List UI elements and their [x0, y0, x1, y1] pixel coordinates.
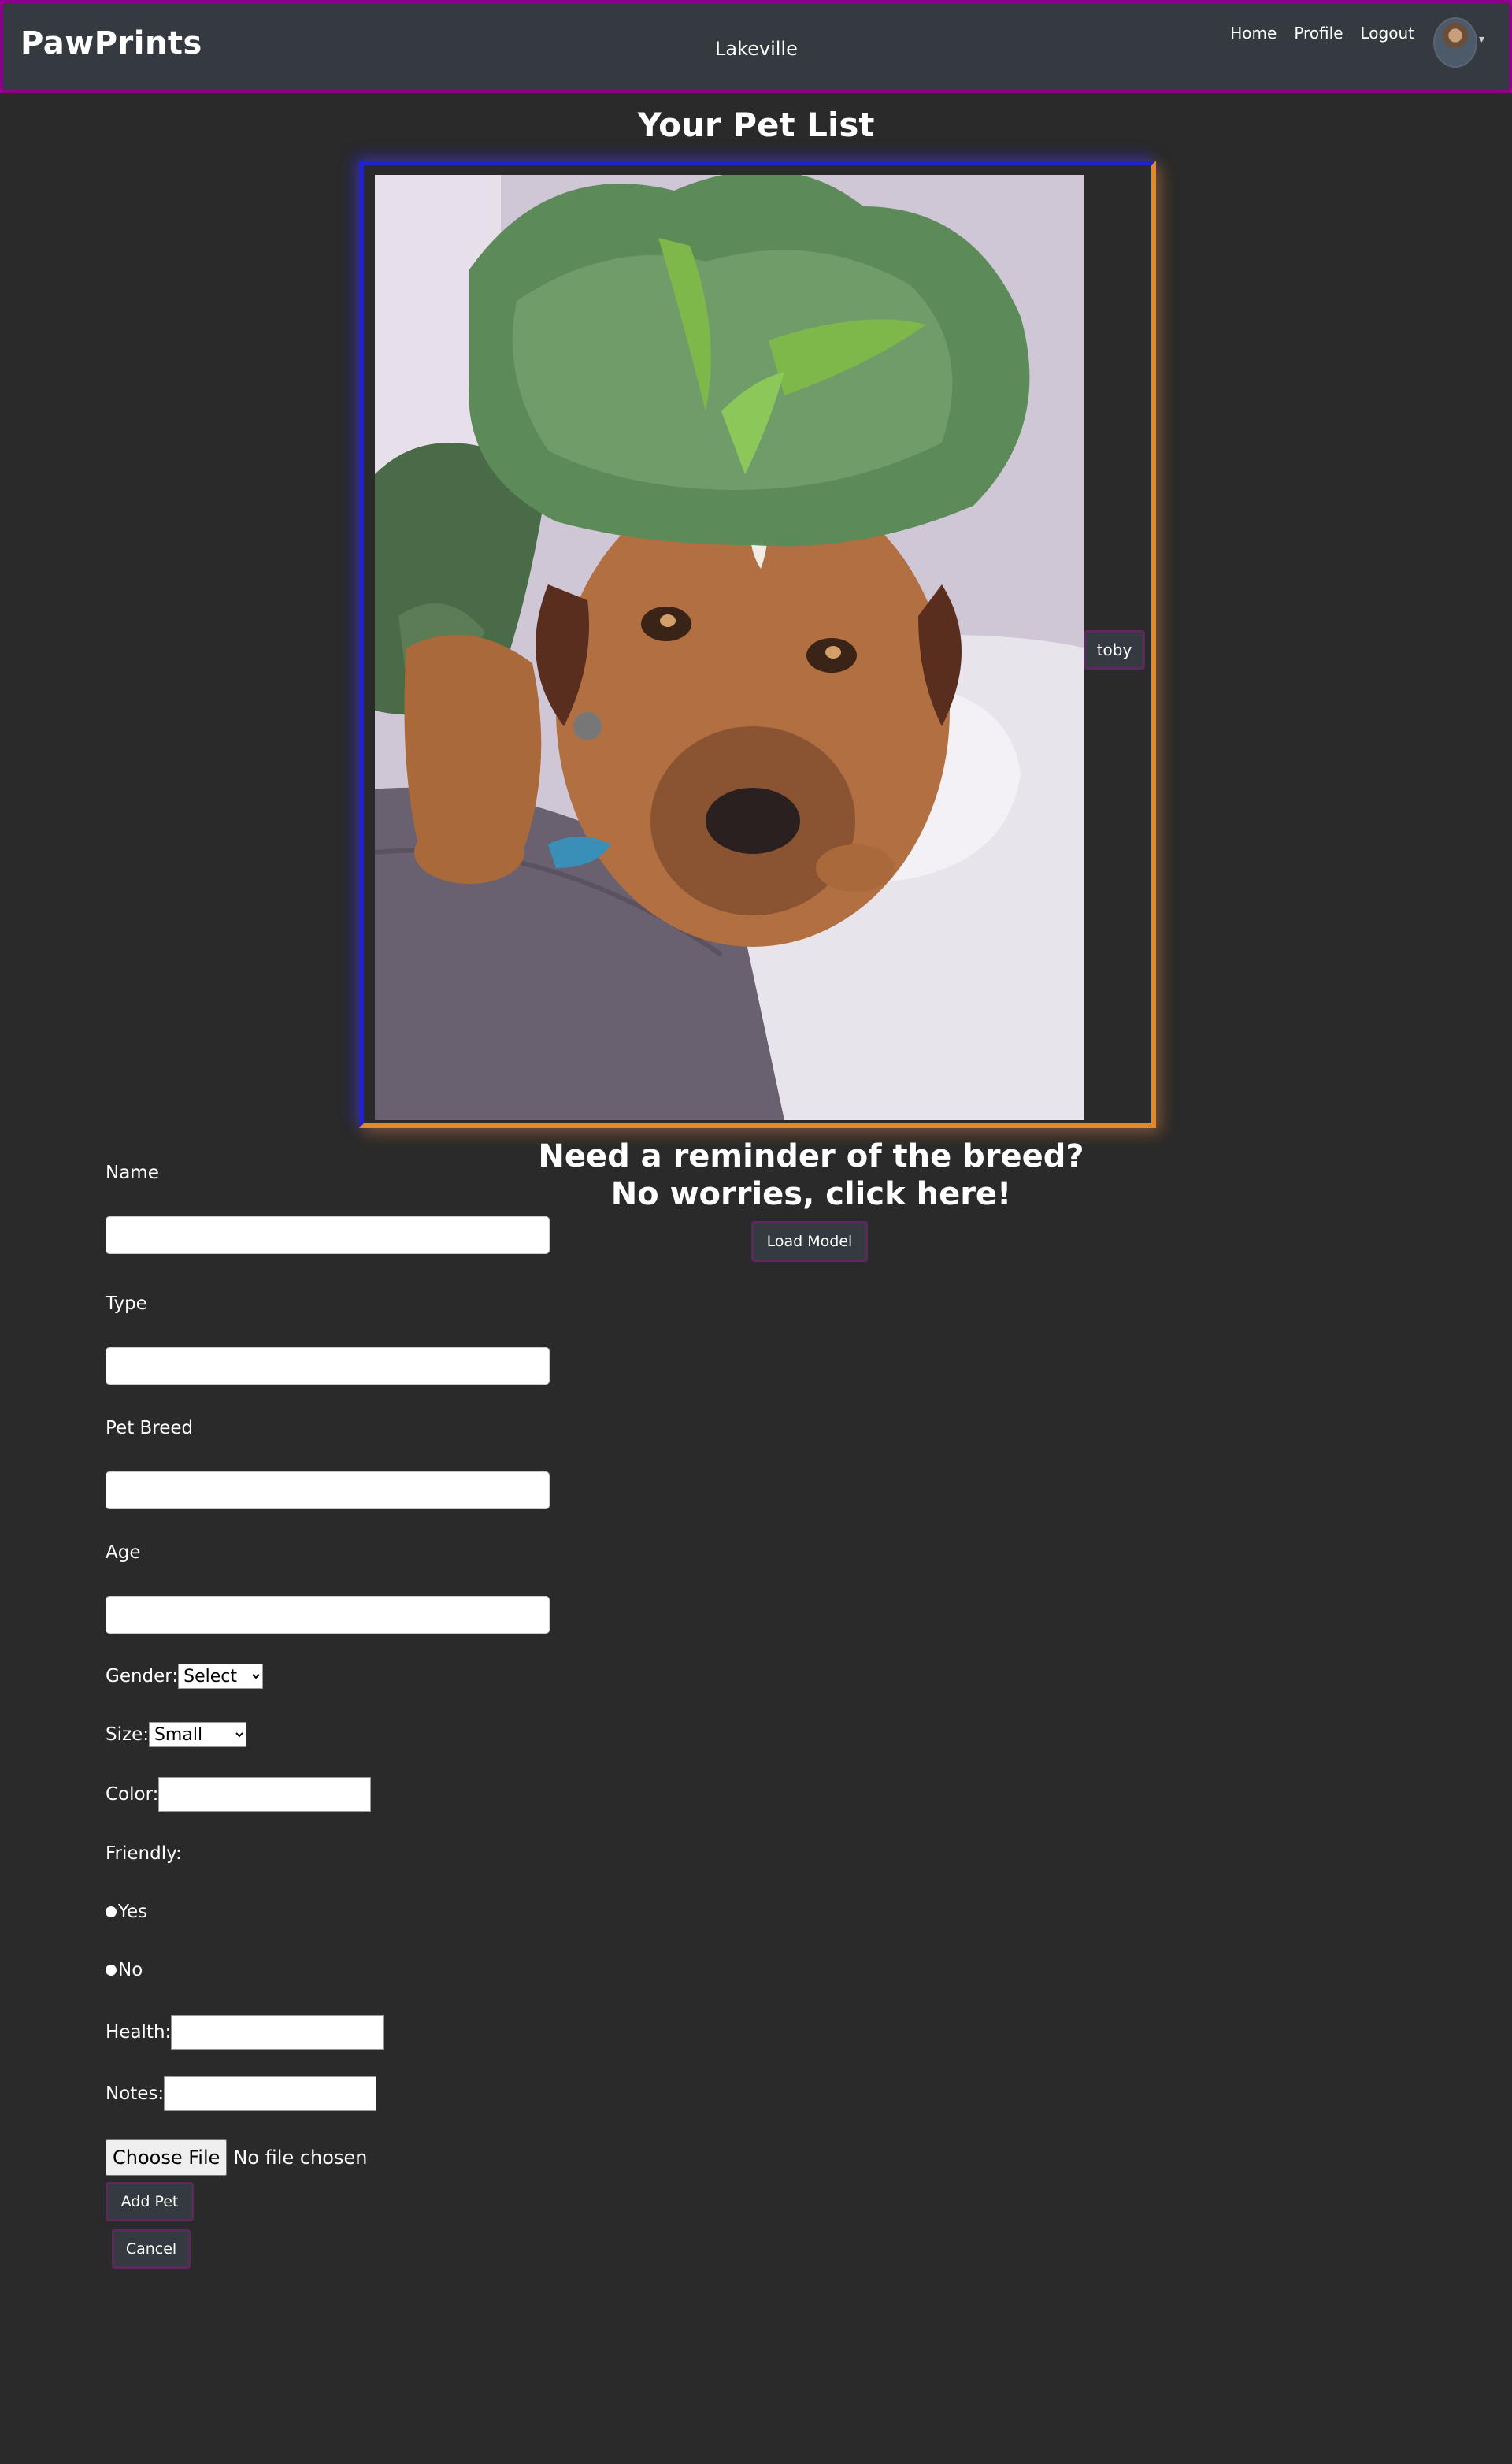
- file-status-text: No file chosen: [233, 2147, 368, 2169]
- pet-photo: [375, 175, 1084, 1120]
- caret-down-icon[interactable]: ▾: [1479, 33, 1484, 46]
- size-label: Size:: [106, 1724, 149, 1745]
- nav-links: Home Profile Logout: [1230, 24, 1414, 43]
- friendly-no-radio[interactable]: [106, 1965, 117, 1976]
- user-avatar[interactable]: [1433, 17, 1477, 68]
- nav-link-home[interactable]: Home: [1230, 24, 1277, 43]
- page-title: Your Pet List: [637, 106, 875, 144]
- breed-label: Pet Breed: [106, 1418, 194, 1438]
- friendly-yes-label: Yes: [118, 1902, 148, 1922]
- gender-row: Gender: Select: [106, 1664, 264, 1689]
- friendly-label: Friendly:: [106, 1843, 182, 1864]
- friendly-no-label: No: [118, 1960, 143, 1980]
- file-upload-row: Choose File No file chosen: [106, 2139, 367, 2176]
- name-label: Name: [106, 1163, 159, 1183]
- friendly-yes-row[interactable]: Yes: [106, 1902, 147, 1922]
- color-label: Color:: [106, 1784, 159, 1805]
- breed-input[interactable]: [106, 1471, 550, 1509]
- type-label: Type: [106, 1293, 147, 1314]
- notes-input[interactable]: [164, 2076, 377, 2111]
- breed-helper-line1: Need a reminder of the breed?: [538, 1138, 1084, 1174]
- pet-card: toby: [359, 161, 1156, 1128]
- health-label: Health:: [106, 2022, 172, 2043]
- age-label: Age: [106, 1542, 141, 1563]
- navbar: PawPrints Lakeville Home Profile Logout …: [0, 0, 1512, 93]
- notes-label: Notes:: [106, 2084, 165, 2104]
- notes-row: Notes:: [106, 2076, 377, 2111]
- nav-link-logout[interactable]: Logout: [1361, 24, 1414, 43]
- breed-helper-line2: No worries, click here!: [610, 1176, 1012, 1212]
- friendly-yes-radio[interactable]: [106, 1906, 117, 1917]
- add-pet-button[interactable]: Add Pet: [106, 2182, 194, 2221]
- nav-link-profile[interactable]: Profile: [1294, 24, 1343, 43]
- health-input[interactable]: [171, 2015, 384, 2050]
- color-row: Color:: [106, 1777, 372, 1812]
- load-model-button[interactable]: Load Model: [751, 1221, 868, 1262]
- gender-label: Gender:: [106, 1666, 179, 1687]
- choose-file-button[interactable]: Choose File: [106, 2139, 228, 2176]
- type-input[interactable]: [106, 1347, 550, 1385]
- friendly-no-row[interactable]: No: [106, 1960, 143, 1980]
- age-input[interactable]: [106, 1596, 550, 1634]
- cancel-button[interactable]: Cancel: [112, 2229, 191, 2269]
- name-input[interactable]: [106, 1216, 550, 1254]
- size-row: Size: Small: [106, 1722, 246, 1747]
- breed-helper-heading: Need a reminder of the breed? No worries…: [488, 1137, 1134, 1213]
- color-input[interactable]: [158, 1777, 372, 1812]
- gender-select[interactable]: Select: [178, 1664, 264, 1689]
- location-label: Lakeville: [715, 38, 798, 60]
- size-select[interactable]: Small: [148, 1722, 246, 1747]
- brand-logo[interactable]: PawPrints: [20, 25, 202, 61]
- health-row: Health:: [106, 2015, 384, 2050]
- pet-name-tag[interactable]: toby: [1084, 630, 1145, 670]
